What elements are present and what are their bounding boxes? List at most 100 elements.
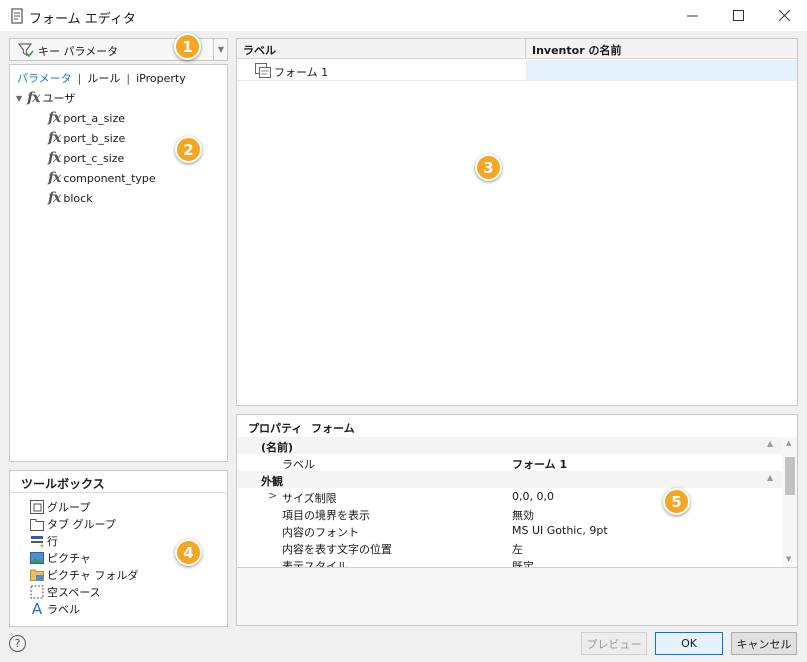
function-icon: fx — [48, 110, 61, 126]
toolbox-item-row[interactable]: + 行 — [30, 533, 58, 549]
column-header-inventor-name[interactable]: Inventor の名前 — [532, 42, 621, 58]
column-header-label[interactable]: ラベル — [243, 42, 276, 58]
property-key: 内容のフォント — [282, 526, 359, 539]
properties-header: プロパティ フォーム — [237, 415, 797, 437]
property-value[interactable]: 無効 — [512, 507, 534, 523]
form-icon — [255, 63, 271, 78]
grid-header: ラベル Inventor の名前 — [237, 39, 797, 59]
property-key: ラベル — [282, 458, 315, 471]
parameter-name: port_c_size — [63, 151, 125, 165]
parameter-name: port_a_size — [63, 111, 125, 125]
scrollbar-thumb[interactable] — [785, 457, 795, 495]
function-icon: fx — [27, 90, 40, 106]
toolbox-item-picture-folder[interactable]: ピクチャ フォルダ — [30, 567, 138, 583]
property-grid: (名前) ▲ ラベル フォーム 1 外観 ▲ > サイズ制限 0,0, 0,0 … — [237, 437, 782, 567]
toolbox-item-label: 行 — [47, 535, 58, 548]
properties-panel: プロパティ フォーム (名前) ▲ ラベル フォーム 1 外観 ▲ > サイズ制… — [236, 414, 798, 626]
parameter-name: component_type — [63, 171, 156, 185]
toolbox-item-label: グループ — [47, 501, 91, 514]
tab-iproperty[interactable]: iProperty — [136, 72, 186, 85]
inventor-name-cell[interactable] — [526, 60, 797, 81]
callout-5: 5 — [663, 488, 690, 515]
tab-separator: | — [77, 72, 82, 85]
toolbox-item-label: 空スペース — [47, 586, 101, 599]
group-icon — [30, 500, 44, 514]
window-title: フォーム エディタ — [29, 12, 136, 27]
collapse-icon[interactable]: ▲ — [767, 439, 773, 448]
parameter-tabs: パラメータ | ルール | iProperty — [17, 70, 186, 86]
parameter-panel: パラメータ | ルール | iProperty ▼ fx ユーザ fx port_a_si… — [9, 64, 228, 462]
title-bar: フォーム エディタ — [0, 0, 807, 31]
filter-icon — [18, 43, 34, 58]
maximize-button[interactable] — [715, 0, 761, 31]
tree-item[interactable]: fx component_type — [48, 169, 156, 187]
scroll-up-icon[interactable]: ▲ — [786, 439, 791, 447]
function-icon: fx — [48, 190, 61, 206]
toolbox-header: ツールボックス — [10, 471, 227, 493]
property-value[interactable]: MS UI Gothic, 9pt — [512, 524, 608, 537]
toolbox-item-empty-space[interactable]: 空スペース — [30, 584, 101, 600]
picture-icon — [30, 552, 44, 564]
tree-item[interactable]: fx block — [48, 189, 93, 207]
label-icon: A — [31, 600, 43, 618]
column-divider[interactable] — [525, 39, 526, 59]
form-tree-grid: ラベル Inventor の名前 フォーム 1 — [236, 38, 798, 406]
property-row[interactable]: 内容のフォント MS UI Gothic, 9pt — [237, 522, 782, 539]
property-row[interactable]: > サイズ制限 0,0, 0,0 — [237, 488, 782, 505]
property-value[interactable]: 0,0, 0,0 — [512, 490, 554, 503]
property-value[interactable]: フォーム 1 — [512, 456, 567, 472]
toolbox-item-group[interactable]: グループ — [30, 499, 90, 515]
properties-title: プロパティ — [248, 422, 303, 435]
expand-icon[interactable]: ▼ — [16, 94, 22, 103]
vertical-scrollbar[interactable]: ▲ ▼ — [782, 437, 797, 567]
tab-group-icon — [30, 519, 44, 531]
toolbox-item-label-control[interactable]: A ラベル — [30, 601, 80, 617]
property-row[interactable]: 表示スタイル 既定 — [237, 556, 782, 567]
toolbox-item-label: タブ グループ — [47, 518, 116, 531]
collapse-icon[interactable]: ▲ — [767, 473, 773, 482]
tree-item[interactable]: fx port_c_size — [48, 149, 124, 167]
svg-text:+: + — [39, 542, 44, 548]
property-value[interactable]: 左 — [512, 541, 523, 557]
form-label: フォーム 1 — [274, 66, 329, 79]
toolbox-title: ツールボックス — [21, 477, 105, 491]
property-row[interactable]: 項目の境界を表示 無効 — [237, 505, 782, 522]
property-row[interactable]: 内容を表す文字の位置 左 — [237, 539, 782, 556]
ok-button[interactable]: OK — [655, 632, 723, 655]
toolbox-item-tab-group[interactable]: タブ グループ — [30, 516, 116, 532]
property-category[interactable]: (名前) ▲ — [237, 437, 782, 454]
cancel-button[interactable]: キャンセル — [731, 632, 797, 655]
function-icon: fx — [48, 170, 61, 186]
minimize-button[interactable] — [669, 0, 715, 31]
expand-icon[interactable]: > — [268, 489, 277, 502]
preview-button[interactable]: プレビュー — [581, 632, 647, 655]
parameter-name: block — [63, 191, 93, 205]
callout-3: 3 — [475, 154, 502, 181]
chevron-down-icon[interactable]: ▼ — [213, 39, 228, 60]
toolbox-item-picture[interactable]: ピクチャ — [30, 550, 91, 566]
function-icon: fx — [48, 130, 61, 146]
property-key: 内容を表す文字の位置 — [282, 543, 392, 556]
close-button[interactable] — [761, 0, 807, 31]
property-value[interactable]: 既定 — [512, 558, 534, 567]
toolbox-item-label: ピクチャ フォルダ — [47, 569, 139, 582]
tree-item[interactable]: fx port_a_size — [48, 109, 125, 127]
property-row[interactable]: ラベル フォーム 1 — [237, 454, 782, 471]
function-icon: fx — [48, 150, 61, 166]
property-key: 表示スタイル — [282, 560, 348, 567]
tab-parameters[interactable]: パラメータ — [17, 72, 72, 85]
callout-1: 1 — [174, 33, 201, 60]
tree-item[interactable]: fx port_b_size — [48, 129, 125, 147]
maximize-icon — [732, 10, 744, 21]
property-category[interactable]: 外観 ▲ — [237, 471, 782, 488]
help-icon[interactable]: ? — [9, 635, 26, 652]
tree-node-label: ユーザ — [42, 92, 76, 105]
picture-folder-icon — [30, 569, 44, 581]
minimize-icon — [686, 15, 698, 17]
empty-space-icon — [30, 585, 44, 599]
tab-rules[interactable]: ルール — [87, 72, 120, 85]
grid-row-form[interactable]: フォーム 1 — [237, 60, 797, 81]
tree-node-user[interactable]: ▼ fx ユーザ — [16, 89, 75, 107]
callout-2: 2 — [175, 136, 202, 163]
scroll-down-icon[interactable]: ▼ — [786, 555, 791, 563]
